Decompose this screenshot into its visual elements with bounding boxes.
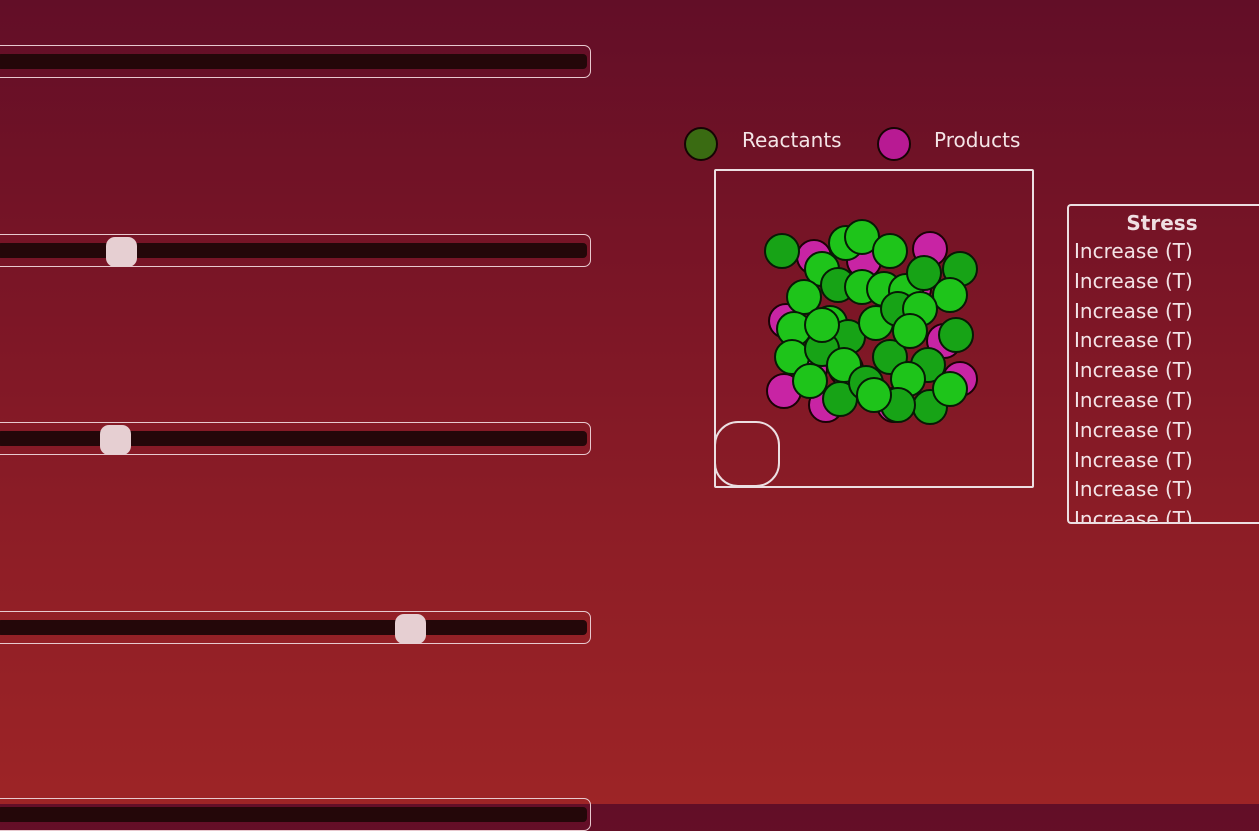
stress-list: Increase (T) Increase (T) Increase (T) I… [1069, 237, 1259, 524]
stress-row: Increase (T) [1074, 268, 1193, 293]
products-label: Products [934, 128, 1021, 152]
stress-row: Increase (T) [1074, 447, 1193, 472]
reactants-label: Reactants [742, 128, 842, 152]
stress-row: Increase (T) [1074, 387, 1193, 412]
corner-button[interactable] [714, 421, 780, 487]
slider-1[interactable] [0, 45, 591, 78]
reactant-particle [764, 233, 800, 269]
stress-row: Increase (T) [1074, 477, 1193, 502]
slider-4[interactable] [0, 611, 591, 644]
reactant-particle [792, 363, 828, 399]
slider-3-track[interactable] [0, 431, 587, 446]
slider-2-track[interactable] [0, 243, 587, 258]
stress-row: Increase (T) [1074, 358, 1193, 383]
stress-row: Increase (T) [1074, 298, 1193, 323]
slider-4-track[interactable] [0, 620, 587, 635]
slider-4-thumb[interactable] [395, 614, 426, 644]
reactant-particle [892, 313, 928, 349]
stress-title: Stress [1126, 211, 1198, 235]
reactant-particle [804, 307, 840, 343]
slider-2[interactable] [0, 234, 591, 267]
stress-row: Increase (T) [1074, 417, 1193, 442]
stress-row: Increase (T) [1074, 328, 1193, 353]
stress-panel: Stress Increase (T) Increase (T) Increas… [1067, 204, 1259, 524]
stress-row: Increase (T) [1074, 507, 1193, 524]
reactant-particle [872, 233, 908, 269]
products-swatch [877, 127, 911, 161]
legend: Reactants Products [684, 126, 1054, 166]
slider-1-track[interactable] [0, 54, 587, 69]
slider-5-track[interactable] [0, 807, 587, 822]
reactants-swatch [684, 127, 718, 161]
reactant-particle [856, 377, 892, 413]
slider-2-thumb[interactable] [105, 237, 137, 267]
stress-row: Increase (T) [1074, 239, 1193, 263]
slider-3-thumb[interactable] [100, 425, 131, 455]
slider-3[interactable] [0, 422, 591, 455]
reactant-particle [932, 277, 968, 313]
reactant-particle [932, 371, 968, 407]
reactant-particle [938, 317, 974, 353]
slider-5[interactable] [0, 798, 591, 831]
